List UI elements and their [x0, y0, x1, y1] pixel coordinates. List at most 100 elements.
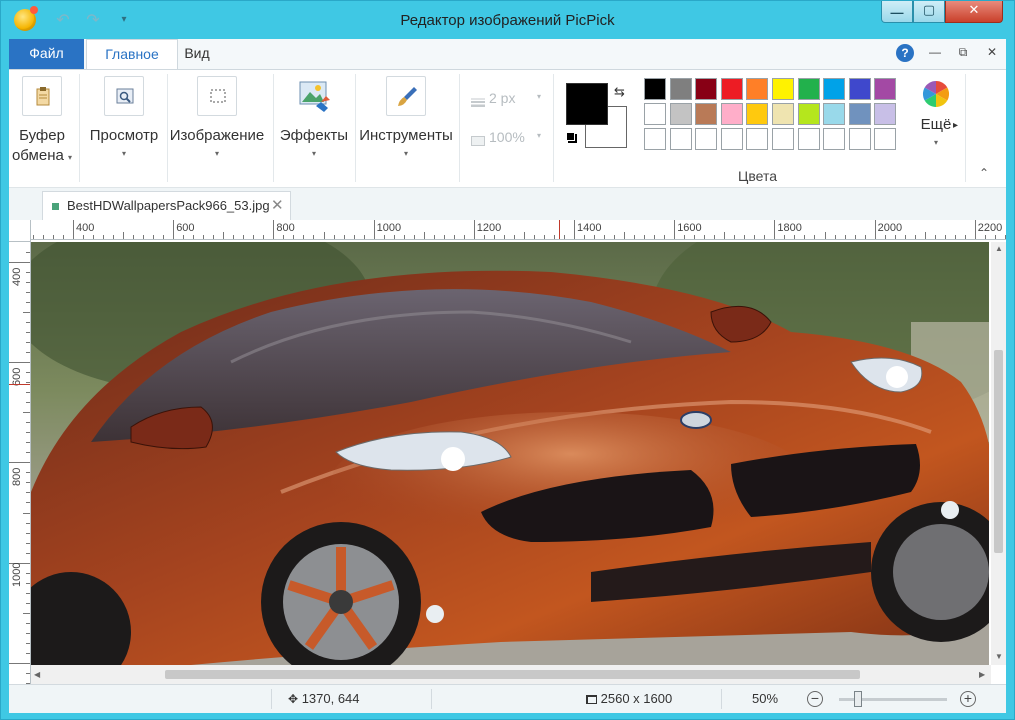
effects-button[interactable]: Эффекты ▾: [277, 76, 351, 159]
ruler-tick: [594, 235, 596, 239]
color-swatch[interactable]: [669, 78, 692, 100]
ruler-tick: [864, 235, 866, 239]
horizontal-scrollbar[interactable]: ◀ ▶: [31, 665, 991, 684]
vertical-scroll-thumb[interactable]: [994, 350, 1003, 553]
maximize-button[interactable]: ▢: [913, 1, 945, 23]
reset-colors-icon[interactable]: [566, 132, 575, 141]
tab-file[interactable]: Файл: [9, 39, 84, 69]
view-button[interactable]: Просмотр ▾: [85, 76, 163, 159]
ruler-tick: [483, 235, 485, 239]
color-swatch[interactable]: [746, 128, 769, 150]
color-swatch[interactable]: [695, 128, 718, 150]
doc-minimize-icon[interactable]: —: [927, 45, 943, 59]
close-button[interactable]: ✕: [945, 1, 1003, 23]
ruler-tick: [994, 235, 996, 239]
color-swatch[interactable]: [746, 103, 769, 125]
ruler-tick: [513, 235, 515, 239]
doc-close-icon[interactable]: ✕: [984, 45, 1000, 59]
scroll-left-icon[interactable]: ◀: [34, 670, 40, 679]
scroll-right-icon[interactable]: ▶: [979, 670, 985, 679]
color-swatch[interactable]: [823, 128, 846, 150]
color-swatch[interactable]: [823, 103, 846, 125]
zoom-out-button[interactable]: −: [807, 691, 823, 707]
horizontal-scroll-thumb[interactable]: [165, 670, 860, 679]
swap-colors-icon[interactable]: ⇆: [614, 84, 625, 100]
document-tab-name: BestHDWallpapersPack966_53.jpg: [67, 198, 270, 213]
color-swatch[interactable]: [644, 128, 666, 150]
ruler-tick: [26, 272, 30, 274]
help-icon[interactable]: ?: [896, 44, 914, 62]
color-swatch[interactable]: [644, 78, 666, 100]
ruler-tick: [904, 235, 906, 239]
color-swatch[interactable]: [720, 103, 743, 125]
color-swatch[interactable]: [823, 78, 846, 100]
color-swatch[interactable]: [874, 103, 897, 125]
collapse-ribbon-icon[interactable]: ⌃: [979, 166, 989, 180]
tab-view[interactable]: Вид: [177, 39, 217, 69]
color-swatch[interactable]: [848, 103, 871, 125]
color-swatch[interactable]: [695, 78, 718, 100]
color-swatch[interactable]: [848, 128, 871, 150]
ruler-tick: [9, 262, 30, 263]
color-swatch[interactable]: [746, 78, 769, 100]
zoom-in-button[interactable]: +: [960, 691, 976, 707]
ruler-tick: [26, 432, 30, 434]
ruler-tick: [413, 235, 415, 239]
ruler-tick: [26, 251, 30, 253]
ruler-tick: [974, 220, 976, 239]
color-swatch[interactable]: [772, 128, 794, 150]
document-tab[interactable]: BestHDWallpapersPack966_53.jpg ✕: [42, 191, 291, 220]
ruler-tick: [724, 232, 726, 239]
ruler-label: 800: [276, 222, 295, 234]
ruler-tick: [383, 235, 385, 239]
color-swatch[interactable]: [874, 78, 897, 100]
ruler-label: 2200: [977, 222, 1003, 234]
ruler-tick: [403, 235, 405, 239]
vertical-scrollbar[interactable]: ▲ ▼: [991, 242, 1006, 665]
color-swatch[interactable]: [848, 78, 871, 100]
ruler-tick: [73, 220, 74, 239]
color-swatch[interactable]: [797, 103, 820, 125]
tab-home[interactable]: Главное: [86, 39, 178, 70]
tools-button[interactable]: Инструменты ▾: [359, 76, 453, 159]
color-swatch[interactable]: [797, 128, 820, 150]
opacity-select[interactable]: 100% ▾: [471, 129, 541, 147]
color-swatch[interactable]: [720, 128, 743, 150]
ruler-tick: [283, 235, 285, 239]
ruler-tick: [26, 442, 30, 444]
color-swatch[interactable]: [874, 128, 897, 150]
ruler-tick: [924, 232, 926, 239]
ruler-tick: [704, 235, 706, 239]
scroll-down-icon[interactable]: ▼: [995, 652, 1003, 661]
ruler-label: 2000: [877, 222, 903, 234]
foreground-color-box[interactable]: [566, 83, 608, 125]
color-swatch[interactable]: [644, 103, 666, 125]
color-swatch[interactable]: [772, 78, 794, 100]
scroll-up-icon[interactable]: ▲: [995, 244, 1003, 253]
color-swatch[interactable]: [669, 103, 692, 125]
clipboard-button[interactable]: Буфер обмена ▾: [9, 76, 75, 168]
close-tab-icon[interactable]: ✕: [271, 196, 284, 214]
ruler-tick: [26, 352, 30, 354]
ruler-tick: [26, 422, 30, 424]
more-colors-button[interactable]: Ещё ▾: [918, 80, 954, 148]
document-tabs: BestHDWallpapersPack966_53.jpg ✕: [9, 188, 1006, 220]
zoom-slider-knob[interactable]: [854, 691, 862, 707]
color-swatch[interactable]: [695, 103, 718, 125]
ruler-tick: [42, 235, 44, 239]
doc-restore-icon[interactable]: ⧉: [955, 45, 971, 60]
color-swatch[interactable]: [669, 128, 692, 150]
image-button[interactable]: Изображение ▾: [167, 76, 267, 159]
clipboard-icon: [22, 76, 62, 116]
group-separator: [459, 74, 460, 182]
line-width-select[interactable]: 2 px ▾: [471, 90, 541, 108]
minimize-button[interactable]: —: [881, 1, 913, 23]
status-bar: ✥ 1370, 644 2560 x 1600 50% − +: [9, 684, 1006, 713]
color-swatch[interactable]: [797, 78, 820, 100]
ribbon-scroll-right-icon[interactable]: ▸: [953, 120, 958, 131]
ruler-tick: [113, 235, 115, 239]
ruler-tick: [824, 232, 826, 239]
color-swatch[interactable]: [720, 78, 743, 100]
image-canvas[interactable]: [31, 242, 989, 665]
color-swatch[interactable]: [772, 103, 794, 125]
